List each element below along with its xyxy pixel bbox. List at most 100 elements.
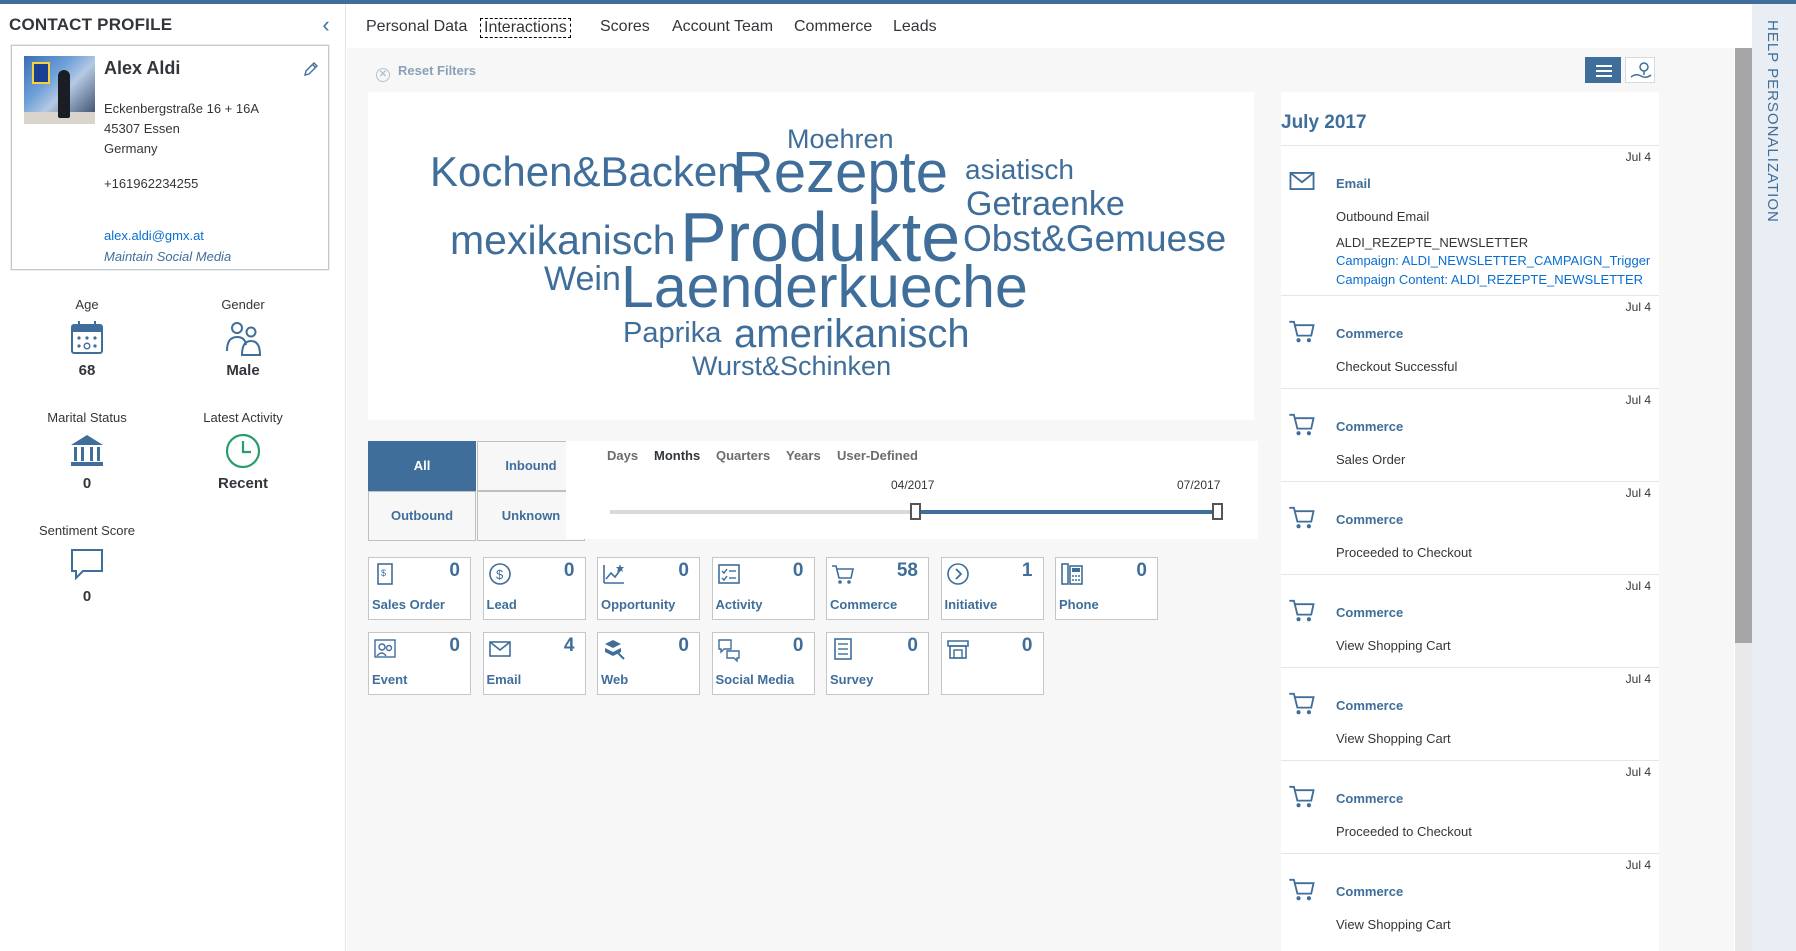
panel-title: CONTACT PROFILE [9,15,173,34]
envelope-icon [488,641,511,657]
tile-store[interactable]: 0 [940,632,1044,695]
tile-count: 0 [563,560,575,581]
feed-item-type[interactable]: Commerce [1336,884,1403,899]
stat-latest-activity: Latest Activity Recent [168,410,318,492]
feed-item-type[interactable]: Commerce [1336,791,1403,806]
tile-phone[interactable]: 0 Phone [1055,557,1158,620]
feed-item-type[interactable]: Commerce [1336,419,1403,434]
feed-item-date: Jul 4 [1625,579,1651,593]
tile-label: Web [601,672,629,687]
feed-item[interactable]: Jul 4 Commerce Proceeded to Checkout [1281,760,1659,853]
timeline-option-days[interactable]: Days [607,448,638,463]
word-cloud-term[interactable]: Paprika [623,319,721,348]
feed-item-date: Jul 4 [1625,765,1651,779]
tile-label: Event [372,672,408,687]
tile-count: 0 [449,560,460,581]
feed-item-type[interactable]: Commerce [1336,605,1403,620]
campaign-link[interactable]: Campaign: ALDI_NEWSLETTER_CAMPAIGN_Trigg… [1336,253,1654,268]
people-icon [226,322,262,356]
range-start-handle[interactable] [910,503,921,520]
tile-survey[interactable]: 0 Survey [826,632,929,695]
tile-event[interactable]: 0 Event [368,632,471,695]
main-scrollbar[interactable] [1735,48,1752,951]
tile-initiative[interactable]: 1 Initiative [940,557,1044,620]
word-cloud-term[interactable]: Wurst&Schinken [692,353,891,380]
range-start-label: 04/2017 [891,478,935,492]
tile-opportunity[interactable]: 0 Opportunity [597,557,700,620]
word-cloud-term[interactable]: Wein [544,262,621,296]
word-cloud-term[interactable]: Kochen&Backen [430,151,741,193]
tab-personal-data[interactable]: Personal Data [366,18,467,36]
feed-item-type[interactable]: Email [1336,176,1371,191]
avatar [24,56,95,124]
list-view-button[interactable] [1585,57,1621,83]
feed-item[interactable]: Jul 4 Commerce Sales Order [1281,388,1659,481]
tile-count: 4 [563,635,575,656]
address-city: 45307 Essen [104,121,180,136]
clock-icon [225,433,261,469]
tile-lead[interactable]: $0 Lead [482,557,586,620]
tab-interactions[interactable]: Interactions [480,18,571,38]
collapse-chevron-icon[interactable]: ‹ [316,14,336,36]
tile-label: Initiative [944,597,998,612]
pencil-edit-icon[interactable] [302,60,320,78]
feed-item-type[interactable]: Commerce [1336,698,1403,713]
tile-web[interactable]: 0 Web [597,632,700,695]
tile-sales-order[interactable]: $0 Sales Order [368,557,471,620]
word-cloud-term[interactable]: Rezepte [732,144,948,202]
tile-label: Lead [486,597,517,612]
tab-leads[interactable]: Leads [893,18,937,36]
feed-item[interactable]: Jul 4 Commerce Checkout Successful [1281,295,1659,388]
tile-activity[interactable]: 0 Activity [711,557,815,620]
interest-word-cloud: Moehren Kochen&Backen Rezepte asiatisch … [368,92,1254,420]
campaign-content-link[interactable]: Campaign Content: ALDI_REZEPTE_NEWSLETTE… [1336,272,1654,287]
tile-count: 0 [449,635,460,656]
word-cloud-term[interactable]: Getraenke [966,187,1125,221]
tab-scores[interactable]: Scores [600,18,650,36]
tile-count: 0 [907,635,918,656]
tile-commerce[interactable]: 58 Commerce [826,557,929,620]
stat-age: Age 68 [12,297,162,379]
timeline-option-quarters[interactable]: Quarters [716,448,770,463]
calendar-icon [71,321,103,354]
map-view-button[interactable] [1625,57,1655,83]
help-personalization-panel[interactable]: HELP PERSONALIZATION [1752,4,1796,951]
tile-email[interactable]: 4 Email [482,632,586,695]
feed-item-type[interactable]: Commerce [1336,326,1403,341]
range-slider-track[interactable] [610,503,1223,520]
word-cloud-term[interactable]: amerikanisch [734,314,970,354]
feed-item[interactable]: Jul 4 Commerce View Shopping Cart [1281,853,1659,946]
reset-filters-button[interactable]: ✕ Reset Filters [376,63,476,82]
word-cloud-term[interactable]: Laenderkueche [621,258,1028,317]
tile-count: 0 [1021,635,1033,656]
word-cloud-term[interactable]: Obst&Gemuese [963,220,1226,257]
timeline-option-user-defined[interactable]: User-Defined [837,448,918,463]
word-cloud-term[interactable]: asiatisch [965,156,1074,184]
feed-item[interactable]: Jul 4 Commerce View Shopping Cart [1281,667,1659,760]
email-link[interactable]: alex.aldi@gmx.at [104,228,204,243]
feed-item-description: Sales Order [1336,452,1406,467]
tab-commerce[interactable]: Commerce [794,18,872,36]
filter-all-button[interactable]: All [368,441,476,491]
contact-name: Alex Aldi [104,58,181,78]
tile-count: 0 [792,635,804,656]
marital-status-value: 0 [82,475,92,492]
scrollbar-thumb[interactable] [1735,48,1752,643]
tile-label: Activity [715,597,763,612]
feed-item[interactable]: Jul 4 Commerce Proceeded to Checkout [1281,481,1659,574]
filter-outbound-button[interactable]: Outbound [368,491,476,541]
tile-label: Sales Order [372,597,445,612]
cart-icon [1289,599,1315,622]
timeline-option-months[interactable]: Months [654,448,700,463]
list-icon [1596,65,1612,77]
feed-item[interactable]: Jul 4 Email Outbound Email ALDI_REZEPTE_NEW… [1281,145,1659,295]
feed-item[interactable]: Jul 4 Commerce View Shopping Cart [1281,574,1659,667]
help-personalization-label: HELP PERSONALIZATION [1764,20,1781,223]
range-end-handle[interactable] [1212,503,1223,520]
tab-account-team[interactable]: Account Team [672,18,773,36]
timeline-option-years[interactable]: Years [786,448,821,463]
feed-item-type[interactable]: Commerce [1336,512,1403,527]
maintain-social-media-link[interactable]: Maintain Social Media [104,249,231,264]
tile-social-media[interactable]: 0 Social Media [711,632,815,695]
feed-item-description: Checkout Successful [1336,359,1458,374]
